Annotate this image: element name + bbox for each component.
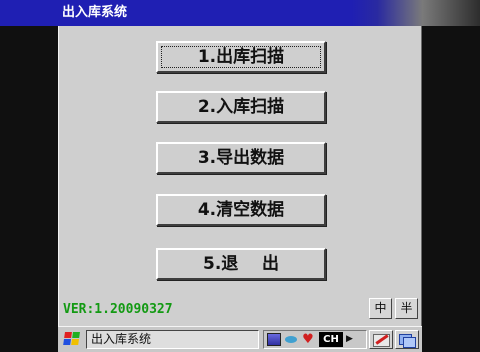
title-bar: 出入库系统 xyxy=(0,0,352,26)
window-title: 出入库系统 xyxy=(62,5,128,20)
windows-logo-icon xyxy=(63,332,81,346)
inbound-scan-button[interactable]: 2.入库扫描 xyxy=(156,91,326,123)
main-window: 1.出库扫描 2.入库扫描 3.导出数据 4.清空数据 5.退 出 VER:1.… xyxy=(58,26,422,326)
title-bar-extension xyxy=(352,0,480,26)
start-button[interactable] xyxy=(61,330,83,348)
switch-window-icon[interactable] xyxy=(395,330,419,349)
language-indicator[interactable]: CH xyxy=(319,332,343,347)
network-icon[interactable] xyxy=(284,333,298,346)
tray-arrow-icon[interactable]: ▶ xyxy=(346,333,360,346)
exit-button[interactable]: 5.退 出 xyxy=(156,248,326,280)
half-width-toggle[interactable]: 半 xyxy=(395,298,418,319)
taskbar: 出入库系统 ♥ CH ▶ xyxy=(58,326,422,352)
edit-icon[interactable] xyxy=(369,330,393,349)
outbound-scan-button[interactable]: 1.出库扫描 xyxy=(156,41,326,73)
clear-data-button[interactable]: 4.清空数据 xyxy=(156,194,326,226)
chinese-input-toggle[interactable]: 中 xyxy=(369,298,392,319)
export-data-button[interactable]: 3.导出数据 xyxy=(156,142,326,174)
monitor-icon[interactable] xyxy=(267,333,281,346)
heart-icon[interactable]: ♥ xyxy=(301,333,315,346)
system-tray: ♥ CH ▶ xyxy=(263,330,367,349)
version-label: VER:1.20090327 xyxy=(63,302,173,317)
taskbar-app-item[interactable]: 出入库系统 xyxy=(86,330,259,349)
